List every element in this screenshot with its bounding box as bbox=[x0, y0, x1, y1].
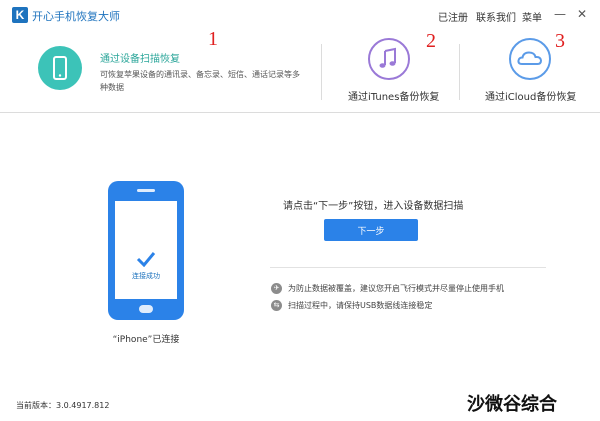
contact-us-link[interactable]: 联系我们 bbox=[476, 9, 516, 24]
option-device-scan-title: 通过设备扫描恢复 bbox=[100, 54, 180, 65]
airplane-icon: ✈ bbox=[271, 283, 282, 294]
watermark: 沙微谷综合 bbox=[467, 394, 557, 415]
option-icloud-backup[interactable]: 通过iCloud备份恢复 3 bbox=[460, 30, 600, 112]
tip-usb-connection: ⇆ 扫描过程中，请保持USB数据线连接稳定 bbox=[271, 300, 432, 311]
phone-illustration: 连接成功 bbox=[108, 181, 184, 320]
checkmark-icon bbox=[136, 252, 156, 267]
tip-airplane-mode: ✈ 为防止数据被覆盖，建议您开启飞行模式并尽量停止使用手机 bbox=[271, 283, 504, 294]
tip-airplane-text: 为防止数据被覆盖，建议您开启飞行模式并尽量停止使用手机 bbox=[288, 284, 504, 293]
scan-prompt: 请点击“下一步”按钮，进入设备数据扫描 bbox=[283, 201, 464, 212]
menu-link[interactable]: 菜单 bbox=[522, 9, 542, 24]
annotation-3: 3 bbox=[555, 30, 565, 52]
music-note-icon bbox=[368, 38, 410, 80]
option-device-scan[interactable]: 通过设备扫描恢复 可恢复苹果设备的通讯录、备忘录、短信、通话记录等多种数据 1 bbox=[0, 28, 320, 112]
phone-icon bbox=[38, 46, 82, 90]
close-button[interactable]: ✕ bbox=[574, 6, 590, 22]
divider bbox=[270, 267, 546, 268]
option-icloud-title: 通过iCloud备份恢复 bbox=[485, 92, 577, 103]
option-itunes-title: 通过iTunes备份恢复 bbox=[348, 92, 440, 103]
app-title: 开心手机恢复大师 bbox=[32, 10, 120, 23]
minimize-button[interactable]: — bbox=[552, 6, 568, 22]
next-step-button[interactable]: 下一步 bbox=[324, 219, 418, 241]
annotation-2: 2 bbox=[426, 30, 436, 52]
option-device-scan-desc: 可恢复苹果设备的通讯录、备忘录、短信、通话记录等多种数据 bbox=[100, 70, 300, 92]
title-bar: K 开心手机恢复大师 已注册 联系我们 菜单 — ✕ bbox=[0, 0, 600, 30]
phone-screen: 连接成功 bbox=[115, 201, 177, 299]
device-connected-label: “iPhone”已连接 bbox=[112, 335, 180, 345]
registered-link[interactable]: 已注册 bbox=[438, 9, 468, 24]
option-itunes-backup[interactable]: 通过iTunes备份恢复 2 bbox=[322, 30, 459, 112]
annotation-1: 1 bbox=[208, 28, 218, 50]
phone-home-button bbox=[139, 305, 153, 313]
version-label: 当前版本：3.0.4917.812 bbox=[16, 401, 110, 410]
tip-usb-text: 扫描过程中，请保持USB数据线连接稳定 bbox=[288, 301, 433, 310]
recovery-mode-bar: 通过设备扫描恢复 可恢复苹果设备的通讯录、备忘录、短信、通话记录等多种数据 1 … bbox=[0, 28, 600, 113]
phone-speaker bbox=[137, 189, 155, 192]
cloud-icon bbox=[509, 38, 551, 80]
connected-status: 连接成功 bbox=[132, 272, 160, 280]
app-logo-icon: K bbox=[12, 7, 28, 23]
usb-icon: ⇆ bbox=[271, 300, 282, 311]
